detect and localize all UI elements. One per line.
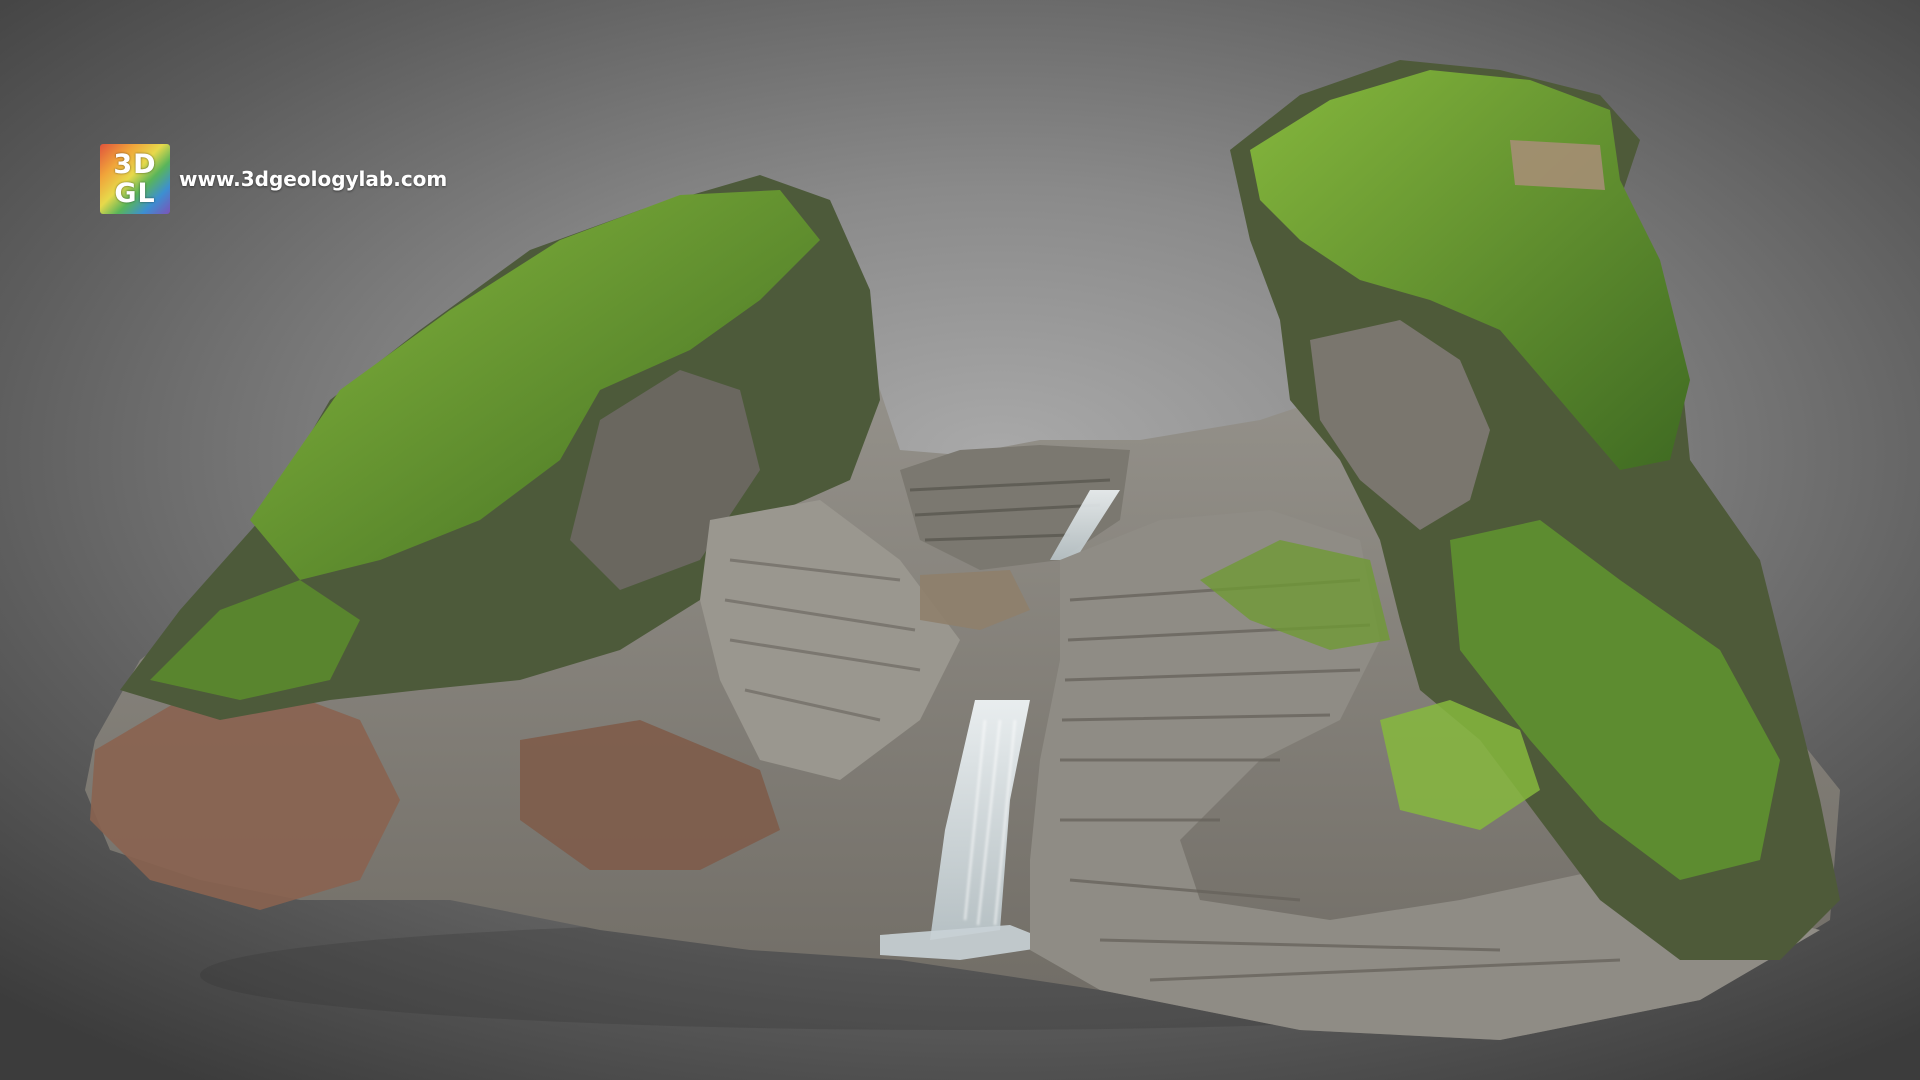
model-viewport[interactable]: 3D GL www.3dgeologylab.com: [0, 0, 1920, 1080]
log-stump: [1510, 140, 1605, 190]
logo-line-2: GL: [114, 178, 156, 209]
3dgl-logo: 3D GL: [100, 144, 170, 214]
logo-line-1: 3D: [113, 149, 157, 180]
watermark: 3D GL www.3dgeologylab.com: [100, 144, 447, 214]
website-url: www.3dgeologylab.com: [179, 167, 448, 191]
